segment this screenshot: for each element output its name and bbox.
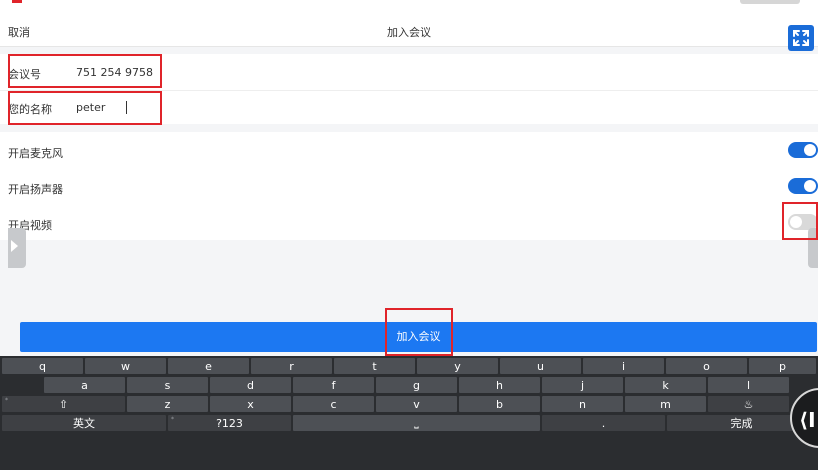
key-k[interactable]: k — [625, 377, 706, 393]
symbols-key-label: ?123 — [216, 416, 243, 430]
collapse-panel-icon: ⟨I — [799, 408, 816, 432]
symbols-key[interactable]: * ?123 — [168, 415, 291, 431]
top-status-handle — [740, 0, 800, 4]
space-key[interactable]: ⎵ — [293, 415, 540, 431]
key-e[interactable]: e — [168, 358, 249, 374]
key-v[interactable]: v — [376, 396, 457, 412]
key-b[interactable]: b — [459, 396, 540, 412]
key-n[interactable]: n — [542, 396, 623, 412]
language-key[interactable]: 英文 — [2, 415, 166, 431]
toggle-row-video[interactable] — [0, 204, 818, 240]
key-a[interactable]: a — [44, 377, 125, 393]
key-p[interactable]: p — [749, 358, 816, 374]
emoji-key[interactable]: ♨ — [708, 396, 789, 412]
chevron-right-icon — [11, 240, 18, 252]
toggle-knob — [804, 180, 816, 192]
key-l[interactable]: l — [708, 377, 789, 393]
key-c[interactable]: c — [293, 396, 374, 412]
highlight-box-meeting-number — [8, 54, 162, 88]
key-m[interactable]: m — [625, 396, 706, 412]
key-hint: * — [5, 397, 8, 404]
page-title: 加入会议 — [387, 26, 431, 39]
key-x[interactable]: x — [210, 396, 291, 412]
period-key[interactable]: . — [542, 415, 665, 431]
key-z[interactable]: z — [127, 396, 208, 412]
fullscreen-button[interactable] — [788, 25, 814, 51]
top-indicator-mark — [12, 0, 22, 3]
expand-arrows-icon — [793, 30, 809, 46]
key-y[interactable]: y — [417, 358, 498, 374]
toggle-knob — [804, 144, 816, 156]
key-h[interactable]: h — [459, 377, 540, 393]
key-q[interactable]: q — [2, 358, 83, 374]
soft-keyboard: q w e r t y u i o p a s d f g h j k l * … — [0, 356, 818, 470]
key-j[interactable]: j — [542, 377, 623, 393]
key-r[interactable]: r — [251, 358, 332, 374]
highlight-box-video-toggle — [782, 202, 818, 240]
key-g[interactable]: g — [376, 377, 457, 393]
highlight-box-join-button — [385, 308, 453, 356]
key-t[interactable]: t — [334, 358, 415, 374]
key-u[interactable]: u — [500, 358, 581, 374]
key-s[interactable]: s — [127, 377, 208, 393]
shift-icon: ⇧ — [58, 397, 69, 411]
emoji-icon: ♨ — [743, 397, 754, 411]
key-hint: * — [171, 416, 174, 423]
toggle-row-speaker[interactable] — [0, 168, 818, 204]
microphone-toggle[interactable] — [788, 142, 818, 158]
key-w[interactable]: w — [85, 358, 166, 374]
microphone-label: 开启麦克风 — [8, 147, 63, 160]
speaker-toggle[interactable] — [788, 178, 818, 194]
key-d[interactable]: d — [210, 377, 291, 393]
key-f[interactable]: f — [293, 377, 374, 393]
toggle-row-microphone[interactable] — [0, 132, 818, 168]
space-icon: ⎵ — [414, 416, 419, 429]
shift-key[interactable]: * ⇧ — [2, 396, 125, 412]
key-i[interactable]: i — [583, 358, 664, 374]
key-o[interactable]: o — [666, 358, 747, 374]
highlight-box-name — [8, 91, 162, 125]
speaker-label: 开启扬声器 — [8, 183, 63, 196]
